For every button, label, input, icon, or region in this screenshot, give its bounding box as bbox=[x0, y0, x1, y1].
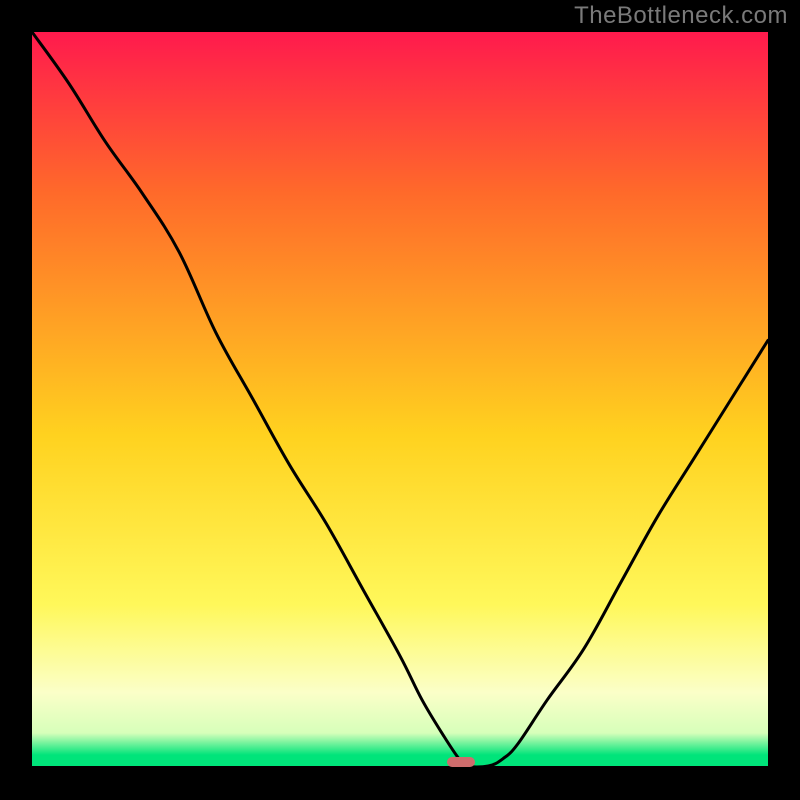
minimum-marker bbox=[447, 757, 475, 767]
watermark-text: TheBottleneck.com bbox=[574, 2, 788, 30]
plot-svg bbox=[32, 32, 768, 766]
plot-area bbox=[32, 32, 768, 766]
chart-frame: TheBottleneck.com bbox=[0, 0, 800, 800]
